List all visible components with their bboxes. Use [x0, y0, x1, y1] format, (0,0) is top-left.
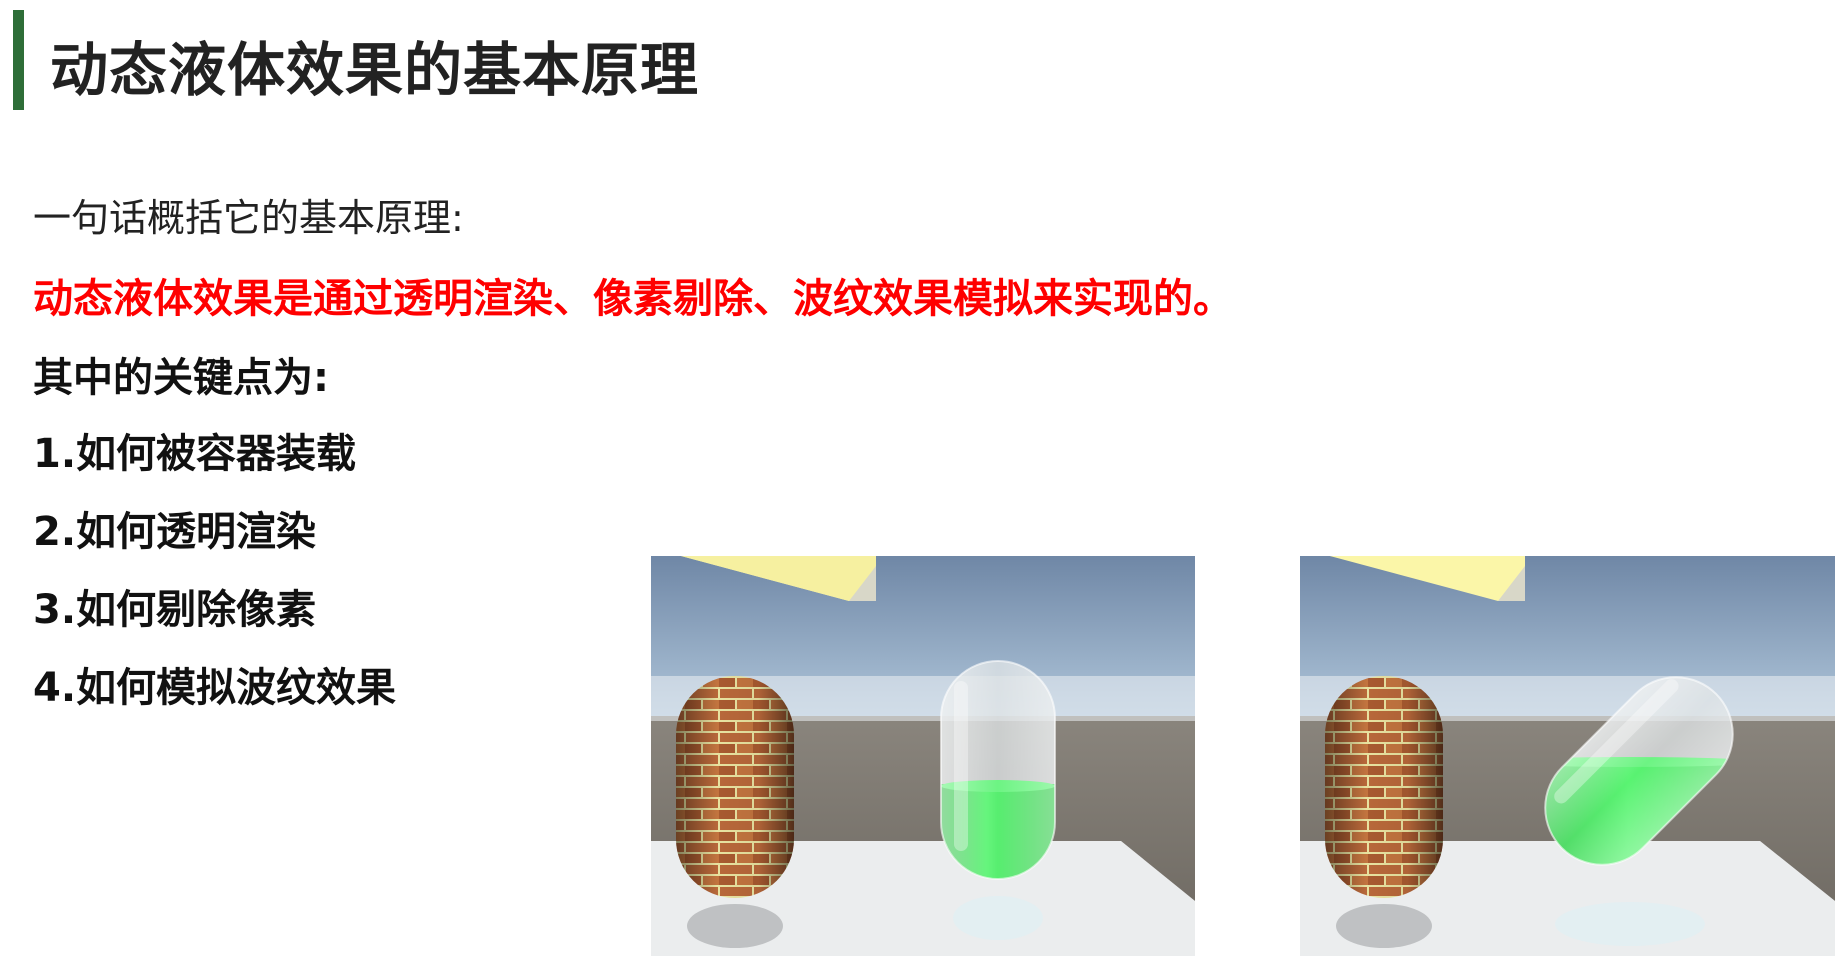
- key-points-heading: 其中的关键点为:: [33, 355, 329, 401]
- key-point-2: 2.如何透明渲染: [33, 509, 317, 555]
- intro-text: 一句话概括它的基本原理:: [33, 196, 464, 240]
- highlight-summary: 动态液体效果是通过透明渲染、像素剔除、波纹效果模拟来实现的。: [33, 276, 1233, 322]
- key-point-1: 1.如何被容器装载: [33, 431, 357, 477]
- scene-upright-liquid-image: [651, 556, 1195, 956]
- page-title: 动态液体效果的基本原理: [50, 36, 700, 104]
- title-accent-bar: [13, 10, 24, 110]
- key-points-list: 1.如何被容器装载 2.如何透明渲染 3.如何剔除像素 4.如何模拟波纹效果: [33, 427, 396, 739]
- scene-tilted-liquid-image: [1300, 556, 1835, 956]
- key-point-3: 3.如何剔除像素: [33, 587, 317, 633]
- key-point-4: 4.如何模拟波纹效果: [33, 665, 397, 711]
